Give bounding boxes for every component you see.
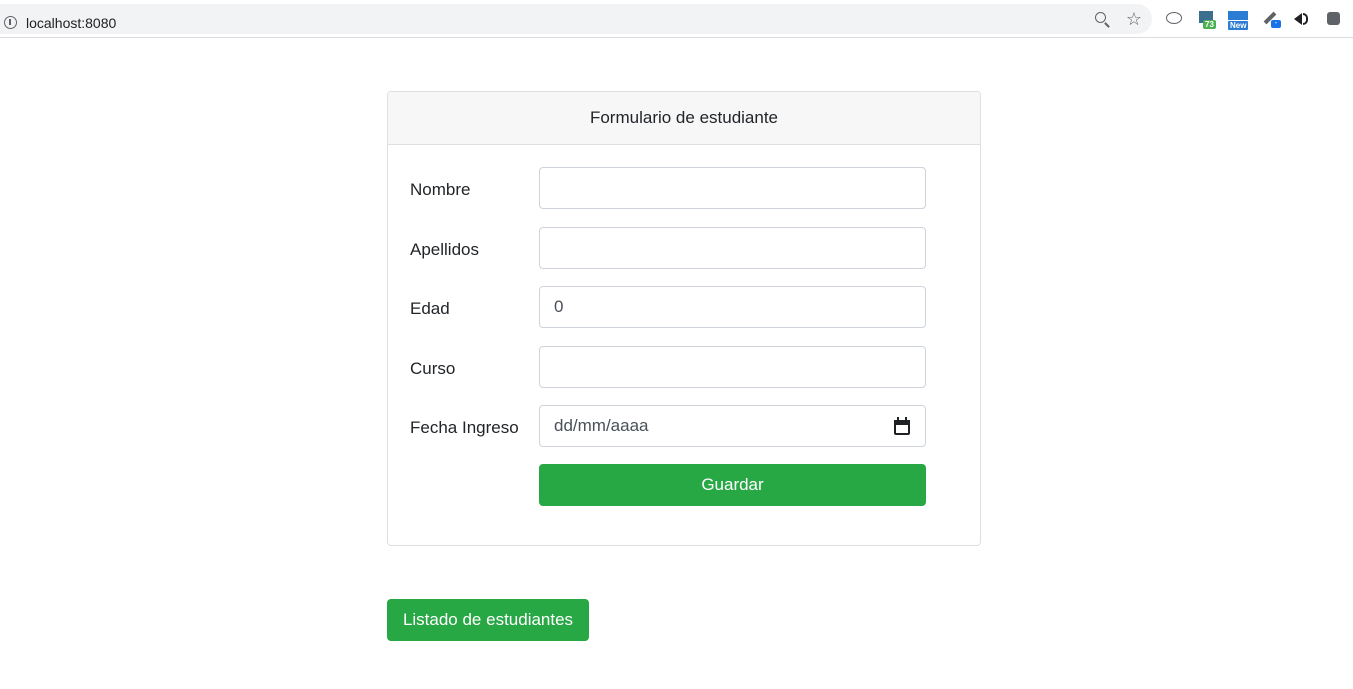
date-placeholder: dd/mm/aaaa	[554, 416, 649, 435]
zoom-icon[interactable]	[1093, 10, 1111, 28]
info-icon[interactable]	[4, 16, 17, 29]
save-button[interactable]: Guardar	[539, 464, 926, 506]
apellidos-label: Apellidos	[410, 240, 479, 259]
chat-extension-icon[interactable]	[1165, 10, 1183, 28]
apellidos-input[interactable]	[539, 227, 926, 269]
speaker-icon[interactable]	[1293, 10, 1311, 28]
address-bar[interactable]: localhost:8080	[0, 4, 1152, 34]
student-form-card: Formulario de estudiante Nombre Apellido…	[387, 91, 981, 546]
fecha-ingreso-label: Fecha Ingreso	[410, 418, 519, 437]
extension-icon-new[interactable]: New	[1227, 10, 1251, 31]
curso-input[interactable]	[539, 346, 926, 388]
edad-input[interactable]	[539, 286, 926, 328]
extension-square-icon[interactable]	[1325, 10, 1343, 28]
nombre-label: Nombre	[410, 180, 471, 199]
url-text[interactable]: localhost:8080	[26, 15, 116, 31]
student-list-button[interactable]: Listado de estudiantes	[387, 599, 589, 641]
form-title: Formulario de estudiante	[589, 108, 779, 127]
edad-label: Edad	[410, 299, 450, 318]
browser-toolbar: localhost:8080 ☆ 73 New -	[0, 0, 1353, 38]
extension-icon-73[interactable]: 73	[1199, 10, 1217, 29]
bookmark-star-icon[interactable]: ☆	[1125, 9, 1143, 29]
fecha-ingreso-input[interactable]: dd/mm/aaaa	[539, 405, 926, 447]
nombre-input[interactable]	[539, 167, 926, 209]
card-header: Formulario de estudiante	[388, 92, 980, 145]
curso-label: Curso	[410, 359, 456, 378]
color-picker-extension-icon[interactable]: -	[1262, 10, 1281, 28]
calendar-icon[interactable]	[893, 417, 911, 435]
